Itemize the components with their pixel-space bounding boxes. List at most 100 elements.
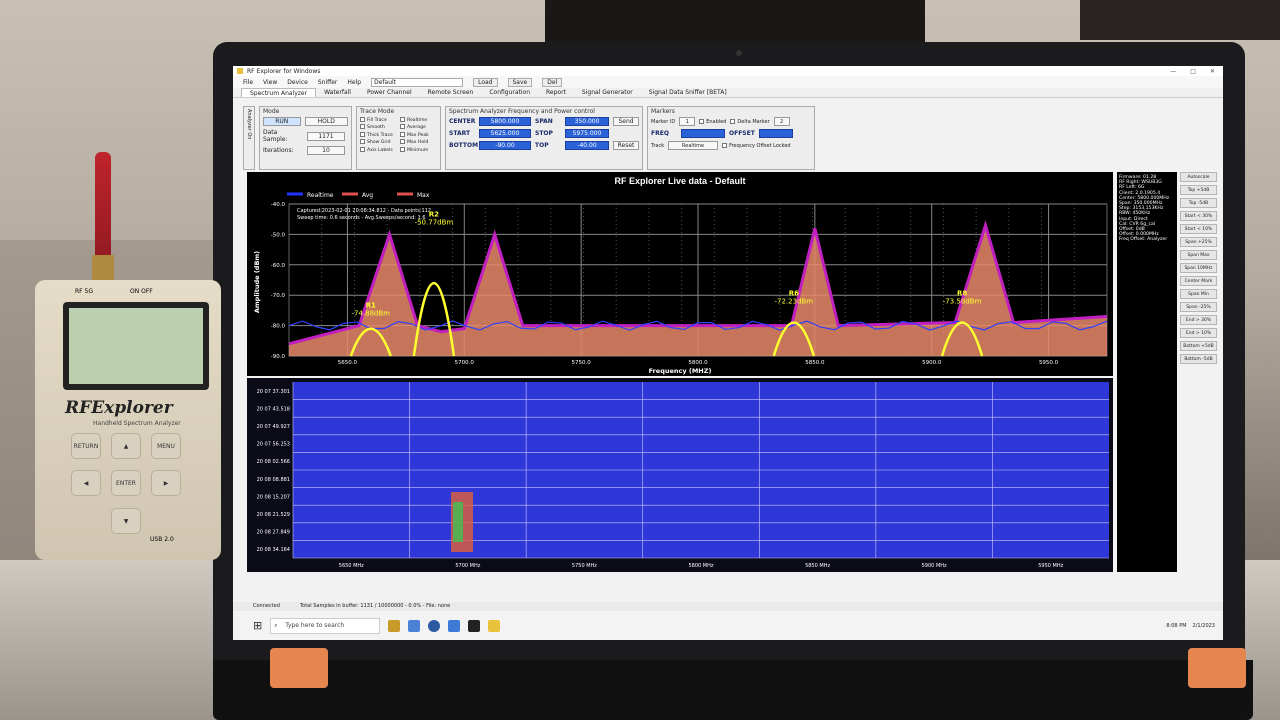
menu-help[interactable]: Help <box>347 79 361 86</box>
y-tick-label: -70.0 <box>271 293 286 299</box>
preset-select[interactable]: Default <box>371 77 464 87</box>
marker-name: R1 <box>366 302 376 310</box>
delete-button[interactable]: Del <box>542 77 563 87</box>
tab-waterfall[interactable]: Waterfall <box>316 88 359 97</box>
trace-mode-title: Trace Mode <box>360 108 395 115</box>
save-button[interactable]: Save <box>507 77 533 87</box>
marker-freq-input[interactable] <box>681 129 725 138</box>
realtime-checkbox[interactable]: Realtime <box>399 117 437 124</box>
tab-report[interactable]: Report <box>538 88 574 97</box>
tab-signal-data-sniffer[interactable]: Signal Data Sniffer [BETA] <box>641 88 735 97</box>
tab-configuration[interactable]: Configuration <box>481 88 538 97</box>
scale-button[interactable]: Top +5dB <box>1180 185 1217 195</box>
span-input[interactable]: 350.000 <box>565 117 609 126</box>
menu-view[interactable]: View <box>263 79 277 86</box>
delta-marker-checkbox[interactable]: Delta Marker <box>730 118 770 125</box>
scale-button[interactable]: Span Max <box>1180 250 1217 260</box>
send-button[interactable]: Send <box>613 117 639 126</box>
spectrum-graph[interactable]: RF Explorer Live data - Default Realtime A… <box>247 172 1113 376</box>
delta-id-input[interactable]: 2 <box>773 117 790 126</box>
tab-spectrum-analyzer[interactable]: Spectrum Analyzer <box>241 88 317 97</box>
return-button[interactable]: RETURN <box>71 433 101 459</box>
scale-button[interactable]: Span -25% <box>1180 302 1217 312</box>
scale-button[interactable]: Autoscale <box>1180 172 1217 182</box>
track-select[interactable]: Realtime <box>668 141 719 150</box>
menu-sniffer[interactable]: Sniffer <box>318 79 338 86</box>
tab-signal-generator[interactable]: Signal Generator <box>574 88 641 97</box>
scale-button[interactable]: End > 30% <box>1180 315 1217 325</box>
minimum-checkbox[interactable]: Minimum <box>399 146 437 154</box>
menu-file[interactable]: File <box>243 79 253 86</box>
load-button[interactable]: Load <box>473 77 498 87</box>
data-sample-input[interactable]: 1171 <box>307 131 345 141</box>
run-button[interactable]: RUN <box>263 117 301 126</box>
close-icon[interactable]: ✕ <box>1210 68 1215 75</box>
freq-offset-locked-checkbox[interactable]: Frequency Offset Locked <box>722 142 791 149</box>
markers-group: Markers Marker ID 1 Enabled Delta Marker 2 F… <box>647 106 815 170</box>
start-label: START <box>449 130 471 137</box>
marker-offset-input[interactable] <box>759 129 793 138</box>
waterfall-panel[interactable]: 20 07 37.301 20 07 43.518 20 07 49.927 20 0… <box>247 378 1113 572</box>
hold-button[interactable]: HOLD <box>304 117 348 126</box>
rf-explorer-taskbar-icon[interactable] <box>488 619 501 632</box>
enabled-checkbox[interactable]: Enabled <box>699 118 726 125</box>
scale-button[interactable]: Span +25% <box>1180 237 1217 247</box>
chrome-icon[interactable] <box>428 619 441 632</box>
max-hold-checkbox[interactable]: Max Hold <box>399 139 437 146</box>
markers-group-title: Markers <box>651 108 675 115</box>
menu-button[interactable]: MENU <box>151 433 181 459</box>
scale-button[interactable]: Start < 30% <box>1180 211 1217 221</box>
scale-buttons: Autoscale Top +5dB Top -5dB Start < 30% Star… <box>1180 172 1217 364</box>
scale-button[interactable]: Bottom +5dB <box>1180 341 1217 351</box>
trace-mode-group: Trace Mode Fill Trace Smooth Thick Trace… <box>356 106 441 170</box>
system-tray: 8:08 PM 2/1/2023 <box>1166 623 1223 629</box>
tab-power-channel[interactable]: Power Channel <box>359 88 420 97</box>
tab-remote-screen[interactable]: Remote Screen <box>420 88 482 97</box>
menu-device[interactable]: Device <box>287 79 308 86</box>
scale-button[interactable]: Center Mark <box>1180 276 1217 286</box>
minimize-icon[interactable]: — <box>1170 68 1176 75</box>
enter-button[interactable]: ENTER <box>111 470 141 496</box>
scale-button[interactable]: End > 10% <box>1180 328 1217 338</box>
scale-button[interactable]: Start < 10% <box>1180 224 1217 234</box>
span-label: SPAN <box>535 118 553 125</box>
top-input[interactable]: -40.00 <box>565 141 609 150</box>
windows-start-icon[interactable]: ⊞ <box>253 619 262 632</box>
center-input[interactable]: 5800.000 <box>479 117 531 126</box>
smooth-checkbox[interactable]: Smooth <box>360 124 398 131</box>
average-checkbox[interactable]: Average <box>399 124 437 131</box>
max-peak-checkbox[interactable]: Max Peak <box>399 131 437 139</box>
maximize-icon[interactable]: □ <box>1190 68 1196 75</box>
start-input[interactable]: 5625.000 <box>479 129 531 138</box>
show-grid-checkbox[interactable]: Show Grid <box>360 139 398 146</box>
waterfall-x-label: 5800 MHz <box>688 563 713 569</box>
scale-button[interactable]: Bottom -5dB <box>1180 354 1217 364</box>
marker-id-input[interactable]: 1 <box>679 117 696 126</box>
bottom-input[interactable]: -90.00 <box>479 141 531 150</box>
frequency-group: Spectrum Analyzer Frequency and Power co… <box>445 106 643 170</box>
top-label: TOP <box>535 142 549 149</box>
taskbar-search-input[interactable]: ⌕ Type here to search <box>270 617 381 634</box>
down-arrow-icon[interactable]: ▼ <box>111 508 141 534</box>
right-arrow-icon[interactable]: ▶ <box>151 470 181 496</box>
marker-value: -72.23dBm <box>775 297 814 305</box>
reset-button[interactable]: Reset <box>613 141 639 150</box>
stop-input[interactable]: 5975.000 <box>565 129 609 138</box>
scale-button[interactable]: Top -5dB <box>1180 198 1217 208</box>
center-label: CENTER <box>449 118 476 125</box>
up-arrow-icon[interactable]: ▲ <box>111 433 141 459</box>
x-tick-label: 5750.0 <box>572 360 592 366</box>
explorer-icon[interactable] <box>388 619 401 632</box>
axis-labels-checkbox[interactable]: Axis Labels <box>360 146 398 154</box>
scale-button[interactable]: Span Min <box>1180 289 1217 299</box>
terminal-icon[interactable] <box>468 619 481 632</box>
fill-trace-checkbox[interactable]: Fill Trace <box>360 117 398 124</box>
waterfall-x-label: 5850 MHz <box>805 563 830 569</box>
store-icon[interactable] <box>448 619 461 632</box>
thick-trace-checkbox[interactable]: Thick Trace <box>360 131 398 139</box>
task-view-icon[interactable] <box>408 619 421 632</box>
scale-button[interactable]: Span 10MHz <box>1180 263 1217 273</box>
iterations-input[interactable]: 10 <box>307 146 345 155</box>
background-picture <box>1080 0 1280 40</box>
left-arrow-icon[interactable]: ◀ <box>71 470 101 496</box>
